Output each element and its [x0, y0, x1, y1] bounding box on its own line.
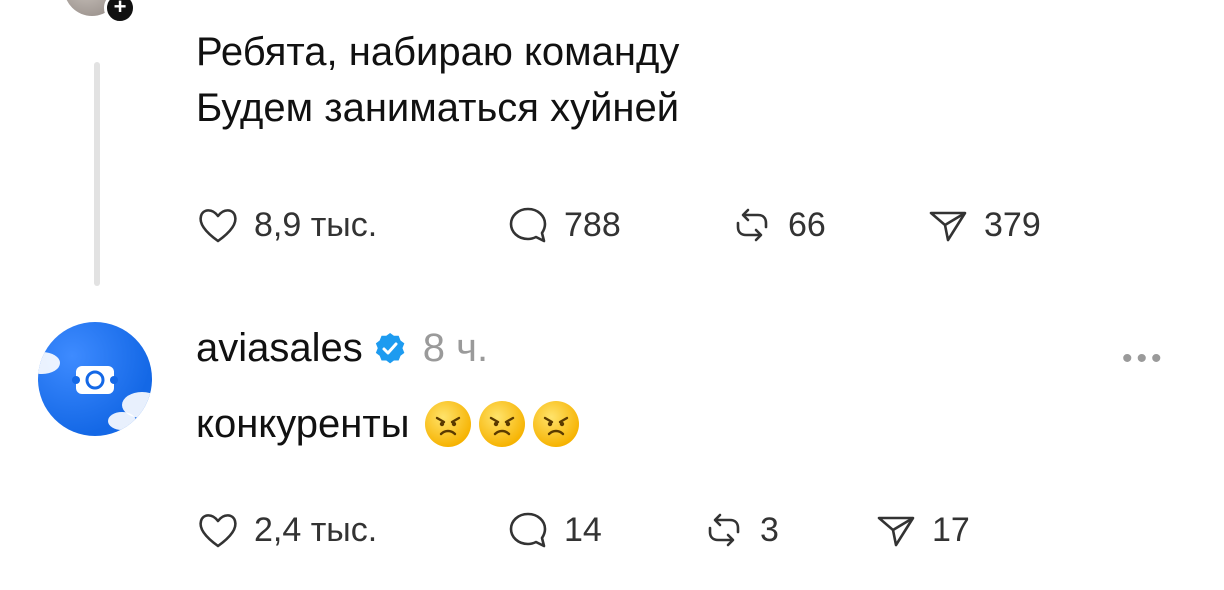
reply-button[interactable]: 788: [506, 203, 730, 247]
post-text: конкуренты: [196, 396, 580, 452]
share-button[interactable]: 379: [926, 203, 1041, 247]
repost-count: 66: [788, 205, 826, 244]
like-count: 8,9 тыс.: [254, 205, 378, 244]
more-options-icon[interactable]: •••: [1122, 342, 1166, 376]
repost-button[interactable]: 66: [730, 203, 926, 247]
send-icon: [929, 211, 967, 242]
post-line: Будем заниматься хуйней: [196, 86, 680, 130]
send-icon: [877, 516, 915, 547]
follow-plus-icon[interactable]: +: [104, 0, 136, 24]
post-actions: 2,4 тыс. 14 3 17: [196, 508, 970, 552]
verified-badge-icon: [375, 332, 405, 363]
post-actions: 8,9 тыс. 788 66 379: [196, 203, 1041, 247]
comment-icon: [509, 512, 547, 548]
post-body: конкуренты: [196, 402, 410, 446]
post-header: aviasales 8 ч.: [196, 326, 488, 371]
repost-count: 3: [760, 510, 779, 549]
post-line: Ребята, набираю команду: [196, 30, 680, 74]
author-avatar[interactable]: +: [64, 0, 136, 24]
post-time: 8 ч.: [422, 326, 489, 370]
repost-icon: [736, 208, 768, 242]
like-button[interactable]: 8,9 тыс.: [196, 203, 506, 247]
share-button[interactable]: 17: [874, 508, 970, 552]
post-text: Ребята, набираю команду Будем заниматься…: [196, 24, 679, 136]
angry-face-emoji-icon: [533, 401, 580, 447]
repost-icon: [708, 513, 740, 547]
repost-button[interactable]: 3: [702, 508, 874, 552]
heart-icon: [199, 209, 237, 243]
share-count: 379: [984, 205, 1041, 244]
share-count: 17: [932, 510, 970, 549]
heart-icon: [199, 514, 237, 548]
username[interactable]: aviasales: [196, 326, 363, 371]
reply-count: 14: [564, 510, 602, 549]
angry-face-emoji-icon: [425, 401, 472, 447]
reply-count: 788: [564, 205, 621, 244]
like-count: 2,4 тыс.: [254, 510, 378, 549]
reply-button[interactable]: 14: [506, 508, 702, 552]
like-button[interactable]: 2,4 тыс.: [196, 508, 506, 552]
comment-icon: [509, 207, 547, 243]
ticket-logo-icon: [72, 366, 118, 394]
aviasales-avatar[interactable]: [38, 322, 152, 436]
angry-face-emoji-icon: [479, 401, 526, 447]
thread-line: [94, 62, 100, 286]
